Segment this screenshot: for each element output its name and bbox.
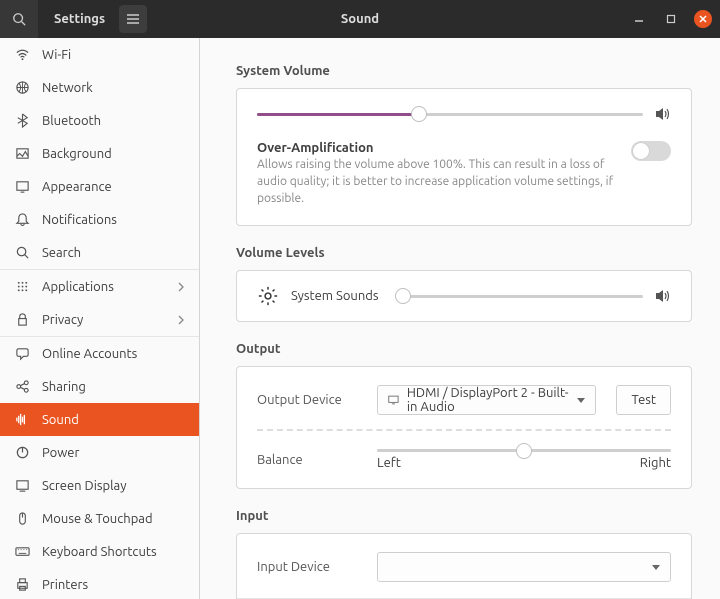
sidebar-item-label: Background bbox=[42, 147, 112, 161]
titlebar: Settings Sound bbox=[0, 0, 720, 38]
sidebar-item-label: Applications bbox=[42, 280, 114, 294]
system-volume-heading: System Volume bbox=[236, 64, 692, 78]
sidebar-item-label: Mouse & Touchpad bbox=[42, 512, 153, 526]
sidebar-item-applications[interactable]: Applications bbox=[0, 270, 199, 303]
background-icon bbox=[14, 146, 30, 162]
notifications-icon bbox=[14, 212, 30, 228]
search-icon bbox=[12, 12, 26, 26]
balance-slider[interactable] bbox=[377, 449, 671, 452]
sidebar-item-notifications[interactable]: Notifications bbox=[0, 203, 199, 236]
hamburger-menu-button[interactable] bbox=[119, 5, 147, 33]
sidebar-item-label: Bluetooth bbox=[42, 114, 101, 128]
power-icon bbox=[14, 445, 30, 461]
balance-label: Balance bbox=[257, 453, 357, 467]
system-volume-slider[interactable] bbox=[257, 113, 643, 116]
bluetooth-icon bbox=[14, 113, 30, 129]
screen-display-icon bbox=[14, 478, 30, 494]
input-device-label: Input Device bbox=[257, 560, 357, 574]
content-area: System Volume Over-Amplification Allows … bbox=[200, 38, 720, 599]
sidebar-item-sound[interactable]: Sound bbox=[0, 403, 199, 436]
sidebar-item-network[interactable]: Network bbox=[0, 71, 199, 104]
speaker-icon bbox=[655, 289, 671, 303]
keyboard-shortcuts-icon bbox=[14, 544, 30, 560]
sidebar-item-mouse-touchpad[interactable]: Mouse & Touchpad bbox=[0, 502, 199, 535]
sidebar-item-label: Sharing bbox=[42, 380, 86, 394]
separator bbox=[257, 429, 671, 431]
sidebar-item-search[interactable]: Search bbox=[0, 236, 199, 269]
window-minimize-button[interactable] bbox=[630, 10, 648, 28]
output-device-combo[interactable]: HDMI / DisplayPort 2 - Built-in Audio bbox=[377, 385, 596, 415]
printers-icon bbox=[14, 577, 30, 593]
search-icon bbox=[14, 245, 30, 261]
search-button[interactable] bbox=[0, 0, 38, 38]
overamp-desc: Allows raising the volume above 100%. Th… bbox=[257, 157, 617, 207]
sidebar-item-label: Appearance bbox=[42, 180, 112, 194]
network-icon bbox=[14, 80, 30, 96]
sidebar-item-wifi[interactable]: Wi-Fi bbox=[0, 38, 199, 71]
mouse-touchpad-icon bbox=[14, 511, 30, 527]
sidebar-item-label: Notifications bbox=[42, 213, 117, 227]
sidebar-item-label: Power bbox=[42, 446, 79, 460]
close-icon bbox=[698, 14, 708, 24]
system-sounds-slider[interactable] bbox=[399, 295, 643, 298]
input-device-combo[interactable] bbox=[377, 552, 671, 582]
overamp-toggle[interactable] bbox=[631, 141, 671, 161]
input-card: Input Device Configuration bbox=[236, 533, 692, 599]
chevron-down-icon bbox=[577, 398, 585, 403]
sidebar-item-screen-display[interactable]: Screen Display bbox=[0, 469, 199, 502]
balance-left-label: Left bbox=[377, 456, 401, 470]
output-card: Output Device HDMI / DisplayPort 2 - Bui… bbox=[236, 366, 692, 489]
sound-icon bbox=[14, 412, 30, 428]
system-sounds-label: System Sounds bbox=[291, 289, 379, 303]
sidebar-item-label: Sound bbox=[42, 413, 79, 427]
speaker-icon bbox=[655, 107, 671, 121]
applications-icon bbox=[14, 279, 30, 295]
input-heading: Input bbox=[236, 509, 692, 523]
sharing-icon bbox=[14, 379, 30, 395]
chevron-down-icon bbox=[652, 565, 660, 570]
test-button[interactable]: Test bbox=[616, 385, 671, 415]
overamp-title: Over-Amplification bbox=[257, 141, 617, 155]
sidebar-item-privacy[interactable]: Privacy bbox=[0, 303, 199, 336]
sidebar-item-label: Screen Display bbox=[42, 479, 126, 493]
sidebar-item-label: Wi-Fi bbox=[42, 48, 71, 62]
app-title: Settings bbox=[54, 12, 105, 26]
sidebar-item-label: Network bbox=[42, 81, 93, 95]
sidebar-item-label: Printers bbox=[42, 578, 88, 592]
sidebar-item-label: Online Accounts bbox=[42, 347, 137, 361]
online-accounts-icon bbox=[14, 346, 30, 362]
volume-levels-heading: Volume Levels bbox=[236, 246, 692, 260]
sidebar-item-printers[interactable]: Printers bbox=[0, 568, 199, 599]
balance-right-label: Right bbox=[640, 456, 671, 470]
appearance-icon bbox=[14, 179, 30, 195]
privacy-icon bbox=[14, 312, 30, 328]
chevron-right-icon bbox=[177, 281, 185, 293]
volume-levels-card: System Sounds bbox=[236, 270, 692, 322]
minimize-icon bbox=[634, 14, 644, 24]
sidebar: Wi-Fi Network Bluetooth Background Appearanc… bbox=[0, 38, 200, 599]
sidebar-item-label: Privacy bbox=[42, 313, 83, 327]
sidebar-item-sharing[interactable]: Sharing bbox=[0, 370, 199, 403]
sidebar-item-online-accounts[interactable]: Online Accounts bbox=[0, 337, 199, 370]
window-maximize-button[interactable] bbox=[662, 10, 680, 28]
sidebar-item-power[interactable]: Power bbox=[0, 436, 199, 469]
monitor-icon bbox=[388, 394, 399, 406]
gear-icon bbox=[257, 285, 279, 307]
sidebar-item-label: Search bbox=[42, 246, 81, 260]
output-device-label: Output Device bbox=[257, 393, 357, 407]
sidebar-item-label: Keyboard Shortcuts bbox=[42, 545, 157, 559]
page-title: Sound bbox=[341, 12, 379, 26]
sidebar-item-bluetooth[interactable]: Bluetooth bbox=[0, 104, 199, 137]
maximize-icon bbox=[666, 14, 676, 24]
hamburger-icon bbox=[126, 13, 140, 25]
sidebar-item-keyboard-shortcuts[interactable]: Keyboard Shortcuts bbox=[0, 535, 199, 568]
wifi-icon bbox=[14, 47, 30, 63]
sidebar-item-appearance[interactable]: Appearance bbox=[0, 170, 199, 203]
chevron-right-icon bbox=[177, 314, 185, 326]
sidebar-item-background[interactable]: Background bbox=[0, 137, 199, 170]
system-volume-card: Over-Amplification Allows raising the vo… bbox=[236, 88, 692, 226]
output-heading: Output bbox=[236, 342, 692, 356]
window-close-button[interactable] bbox=[694, 10, 712, 28]
output-device-value: HDMI / DisplayPort 2 - Built-in Audio bbox=[407, 386, 570, 414]
